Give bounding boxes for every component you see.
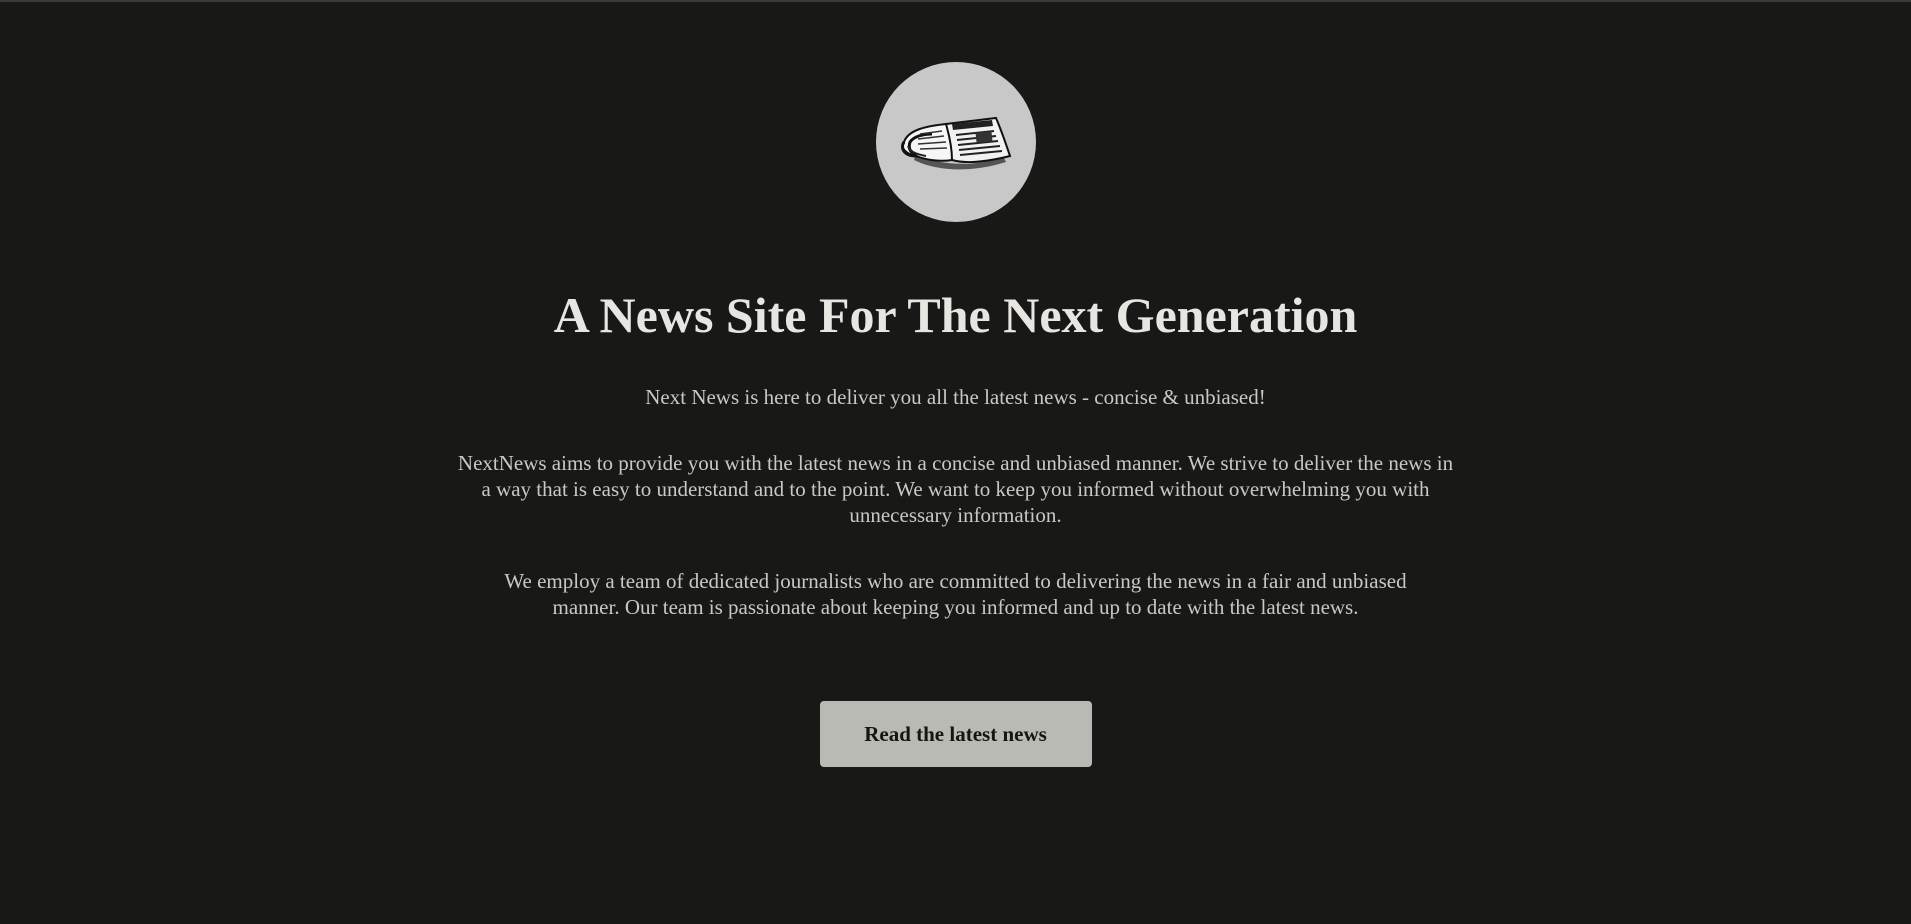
newspaper-icon xyxy=(886,102,1026,182)
tagline: Next News is here to deliver you all the… xyxy=(645,385,1266,409)
site-logo xyxy=(875,62,1036,222)
about-paragraph: NextNews aims to provide you with the la… xyxy=(457,451,1454,527)
team-paragraph: We employ a team of dedicated journalist… xyxy=(504,569,1407,619)
page-title: A News Site For The Next Generation xyxy=(553,287,1358,343)
landing-page: A News Site For The Next Generation Next… xyxy=(0,0,1911,924)
read-latest-news-button[interactable]: Read the latest news xyxy=(819,701,1092,767)
